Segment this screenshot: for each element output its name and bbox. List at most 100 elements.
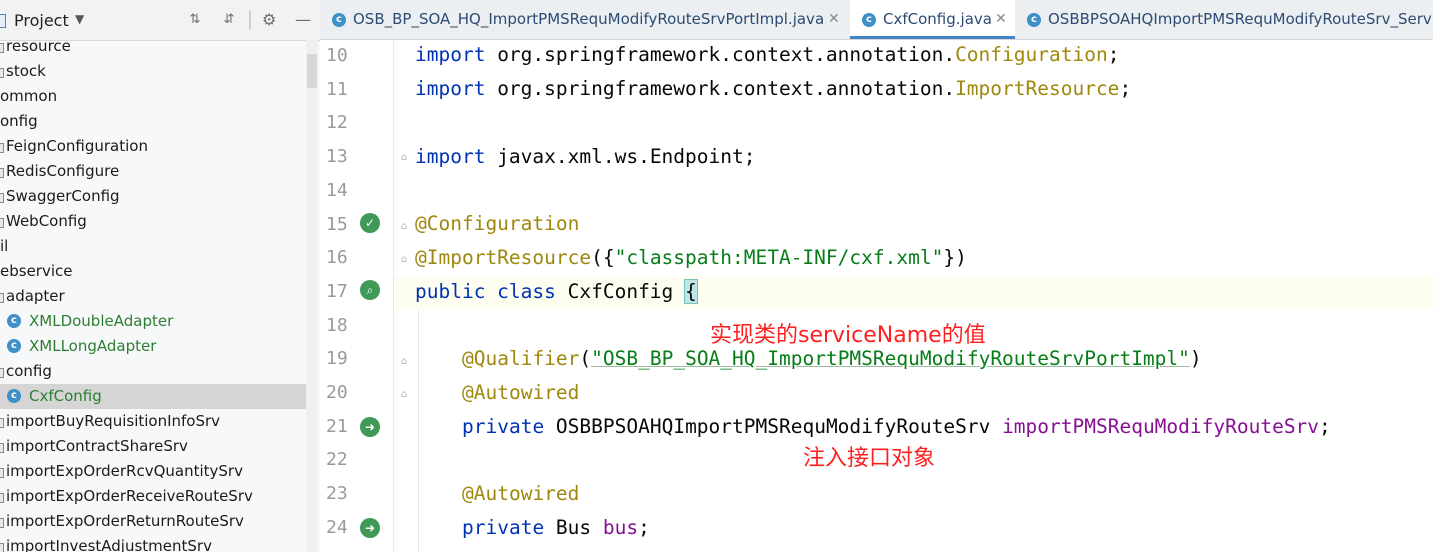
fold-marker-icon[interactable]: ⌂ xyxy=(398,253,410,267)
file-icon xyxy=(0,168,4,178)
fold-marker-icon[interactable]: ⌂ xyxy=(398,388,410,402)
bean-search-icon[interactable]: ⌕ xyxy=(360,280,380,300)
tab-portimpl[interactable]: c OSB_BP_SOA_HQ_ImportPMSRequModifyRoute… xyxy=(320,0,850,39)
tab-serv[interactable]: c OSBBPSOAHQImportPMSRequModifyRouteSrv_… xyxy=(1015,0,1433,39)
tree-item-label: importInvestAdjustmentSrv xyxy=(6,537,212,552)
gear-icon[interactable]: ⚙ xyxy=(262,12,276,28)
line-number: 23 xyxy=(326,483,348,505)
class-icon: c xyxy=(862,13,876,27)
collapse-all-icon[interactable]: ⇵ xyxy=(222,13,236,27)
tab-cxfconfig[interactable]: c CxfConfig.java ✕ xyxy=(850,0,1015,39)
tree-item-label: FeignConfiguration xyxy=(6,137,148,155)
minimize-icon[interactable]: — xyxy=(295,12,311,28)
tree-item[interactable]: ommon xyxy=(0,84,306,109)
code-line-13[interactable]: import javax.xml.ws.Endpoint; xyxy=(415,145,755,168)
fold-marker-icon[interactable]: ⌂ xyxy=(398,355,410,369)
tree-item[interactable]: importExpOrderRcvQuantitySrv xyxy=(0,459,306,484)
tree-item[interactable]: WebConfig xyxy=(0,209,306,234)
code-line-16[interactable]: @ImportResource({"classpath:META-INF/cxf… xyxy=(415,246,967,269)
paren: ( xyxy=(579,347,592,370)
class-icon: c xyxy=(7,339,21,353)
code-line-24[interactable]: private Bus bus; xyxy=(462,516,650,539)
code-line-15[interactable]: @Configuration xyxy=(415,212,579,235)
tree-item[interactable]: importInvestAdjustmentSrv xyxy=(0,534,306,552)
code-line-21[interactable]: private OSBBPSOAHQImportPMSRequModifyRou… xyxy=(462,415,1331,438)
code-line-10[interactable]: import org.springframework.context.annot… xyxy=(415,43,1119,66)
folder-icon xyxy=(0,468,4,478)
folder-icon xyxy=(0,518,4,528)
tab-label: OSBBPSOAHQImportPMSRequModifyRouteSrv_Se… xyxy=(1048,10,1432,28)
paren: }) xyxy=(943,246,967,269)
file-icon xyxy=(0,143,4,153)
bean-check-icon[interactable]: ✓ xyxy=(360,213,380,233)
tree-item[interactable]: c CxfConfig xyxy=(0,384,306,409)
tree-item[interactable]: config xyxy=(0,359,306,384)
tree-item[interactable]: c XMLDoubleAdapter xyxy=(0,309,306,334)
tree-item[interactable]: onfig xyxy=(0,109,306,134)
tree-item[interactable]: c XMLLongAdapter xyxy=(0,334,306,359)
bean-navigate-icon[interactable]: ➜ xyxy=(360,518,380,538)
class-icon: c xyxy=(1027,13,1041,27)
close-icon[interactable]: ✕ xyxy=(995,0,1007,39)
tree-item[interactable]: SwaggerConfig xyxy=(0,184,306,209)
project-panel-title[interactable]: Project xyxy=(14,11,69,30)
line-number: 18 xyxy=(326,314,348,336)
tree-item[interactable]: resource xyxy=(0,34,306,59)
tree-item-label: SwaggerConfig xyxy=(6,187,120,205)
tree-item-label: ommon xyxy=(0,87,58,105)
chevron-down-icon[interactable]: ▼ xyxy=(75,12,84,26)
tree-item-label: importExpOrderReceiveRouteSrv xyxy=(6,487,253,505)
line-number: 19 xyxy=(326,348,348,370)
semicolon: ; xyxy=(1107,43,1120,66)
tree-item[interactable]: importBuyRequisitionInfoSrv xyxy=(0,409,306,434)
bean-navigate-icon[interactable]: ➜ xyxy=(360,417,380,437)
code-line-17[interactable]: public class CxfConfig { xyxy=(415,279,698,304)
package-path: org.springframework.context.annotation. xyxy=(485,77,956,100)
tree-item[interactable]: il xyxy=(0,234,306,259)
tree-item[interactable]: importExpOrderReceiveRouteSrv xyxy=(0,484,306,509)
semicolon: ; xyxy=(1119,77,1132,100)
tree-item-label: importExpOrderRcvQuantitySrv xyxy=(6,462,243,480)
semicolon: ; xyxy=(638,516,650,539)
code-line-23[interactable]: @Autowired xyxy=(462,482,579,505)
code-line-19[interactable]: @Qualifier("OSB_BP_SOA_HQ_ImportPMSRequM… xyxy=(462,347,1202,370)
caret-brace[interactable]: { xyxy=(684,279,698,304)
annotation: @Qualifier xyxy=(462,347,580,370)
tab-label: OSB_BP_SOA_HQ_ImportPMSRequModifyRouteSr… xyxy=(353,10,825,28)
code-line-11[interactable]: import org.springframework.context.annot… xyxy=(415,77,1131,100)
tree-item[interactable]: importContractShareSrv xyxy=(0,434,306,459)
field-name: bus xyxy=(602,516,639,539)
import-path: javax.xml.ws.Endpoint; xyxy=(485,145,756,168)
tree-item-label: XMLDoubleAdapter xyxy=(29,312,174,330)
indent-guide xyxy=(418,310,419,552)
tree-scrollbar[interactable] xyxy=(306,40,318,552)
tree-scrollbar-thumb[interactable] xyxy=(307,54,317,88)
folder-icon xyxy=(0,418,4,428)
keyword: private xyxy=(462,415,545,438)
tab-label: CxfConfig.java xyxy=(883,10,992,28)
fold-marker-icon[interactable]: ⌂ xyxy=(398,220,410,234)
code-line-20[interactable]: @Autowired xyxy=(462,381,579,404)
folder-icon xyxy=(0,443,4,453)
tree-item[interactable]: importExpOrderReturnRouteSrv xyxy=(0,509,306,534)
type-name: OSBBPSOAHQImportPMSRequModifyRouteSrv xyxy=(544,415,1003,438)
tree-item[interactable]: stock xyxy=(0,59,306,84)
expand-all-icon[interactable]: ⇅ xyxy=(188,13,202,27)
line-gutter: 10 11 12 13 14 15 16 17 18 19 20 21 22 23 24 xyxy=(320,40,395,552)
folder-icon xyxy=(0,543,4,552)
close-icon[interactable]: ✕ xyxy=(828,0,840,39)
tree-item-label: importExpOrderReturnRouteSrv xyxy=(6,512,244,530)
fold-marker-icon[interactable]: ⌂ xyxy=(398,151,410,165)
service-name-note: 实现类的serviceName的值 xyxy=(710,323,986,348)
tree-item[interactable]: adapter xyxy=(0,284,306,309)
tree-item[interactable]: RedisConfigure xyxy=(0,159,306,184)
line-number: 12 xyxy=(326,112,348,134)
tree-item[interactable]: FeignConfiguration xyxy=(0,134,306,159)
tree-item-label: stock xyxy=(6,62,46,80)
tree-item-label: RedisConfigure xyxy=(6,162,120,180)
project-tree: resource stock ommon onfig FeignConfiguratio… xyxy=(0,34,306,552)
folder-icon xyxy=(0,43,4,53)
tree-item[interactable]: ebservice xyxy=(0,259,306,284)
tree-item-label: importContractShareSrv xyxy=(6,437,188,455)
code-editor[interactable]: 10 11 12 13 14 15 16 17 18 19 20 21 22 23 24 ✓ ⌕ ➜ ➜ ⌂… xyxy=(320,40,1433,552)
